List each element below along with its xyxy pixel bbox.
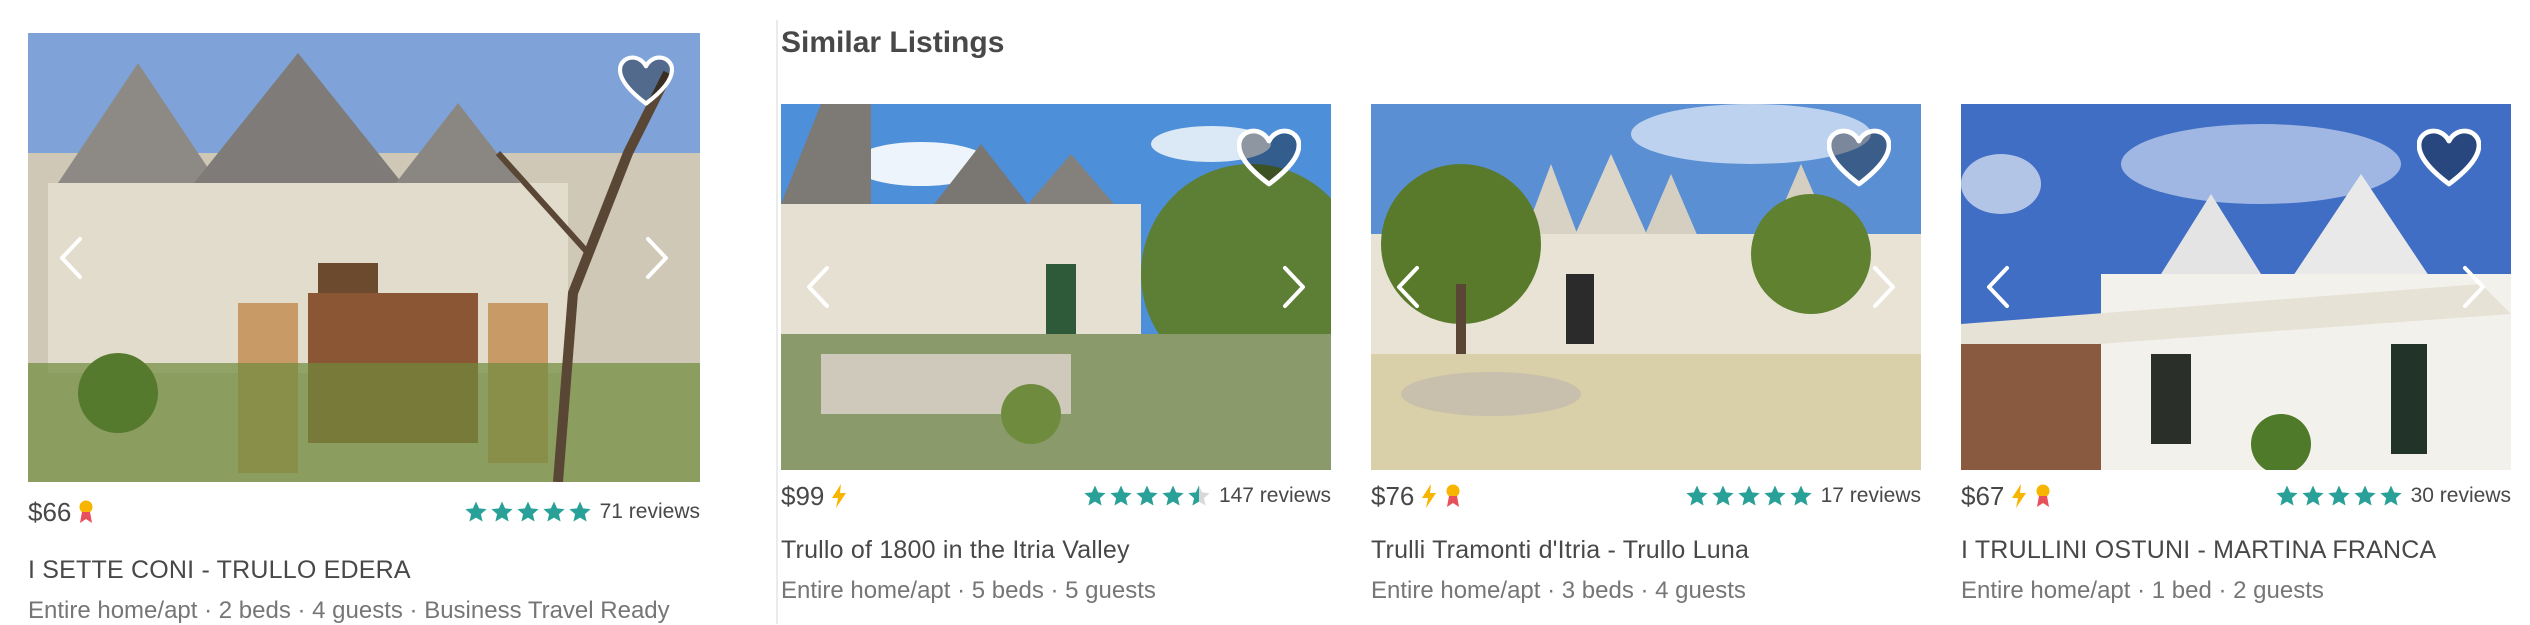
star-icon: [2353, 484, 2377, 508]
star-rating: 71 reviews: [464, 500, 700, 524]
bolt-icon: [2010, 483, 2028, 509]
award-icon: [1444, 483, 1462, 509]
star-rating: 147 reviews: [1083, 484, 1331, 508]
listing-name[interactable]: I TRULLINI OSTUNI - MARTINA FRANCA: [1961, 536, 2511, 565]
review-count: 71 reviews: [599, 500, 700, 523]
star-icon: [1711, 484, 1735, 508]
star-icon: [2379, 484, 2403, 508]
listing-photo[interactable]: [28, 33, 700, 482]
price-rating-row: $67 30 reviews: [1961, 474, 2511, 518]
next-photo-chevron-right-icon[interactable]: [642, 235, 672, 281]
next-photo-chevron-right-icon[interactable]: [2459, 264, 2489, 310]
previous-photo-chevron-left-icon[interactable]: [56, 235, 86, 281]
star-icon: [1685, 484, 1709, 508]
price-rating-row: $66 71 reviews: [28, 490, 700, 534]
price-group: $99: [781, 481, 848, 512]
star-icon: [490, 500, 514, 524]
main-listing-card[interactable]: $66 71 reviews I SETTE CONI - TRULLO EDE…: [28, 33, 700, 625]
price-group: $76: [1371, 481, 1462, 512]
price-group: $67: [1961, 481, 2052, 512]
star-icon: [1737, 484, 1761, 508]
listing-details: Entire home/apt · 5 beds · 5 guests: [781, 577, 1156, 604]
save-heart-icon[interactable]: [1237, 128, 1301, 188]
section-divider: [776, 20, 778, 624]
save-heart-icon[interactable]: [618, 55, 674, 107]
trullo-photo: [28, 33, 700, 482]
star-icon: [1789, 484, 1813, 508]
award-icon: [77, 499, 95, 525]
price: $99: [781, 480, 825, 511]
similar-listings-heading: Similar Listings: [781, 26, 1005, 59]
star-icon: [464, 500, 488, 524]
listing-details: Entire home/apt · 1 bed · 2 guests: [1961, 577, 2324, 604]
price-group: $66: [28, 497, 95, 528]
review-count: 30 reviews: [2410, 484, 2511, 507]
listing-photo[interactable]: [1371, 104, 1921, 470]
previous-photo-chevron-left-icon[interactable]: [1983, 264, 2013, 310]
star-icon: [542, 500, 566, 524]
star-icon: [2275, 484, 2299, 508]
star-rating: 30 reviews: [2275, 484, 2511, 508]
star-icon: [516, 500, 540, 524]
previous-photo-chevron-left-icon[interactable]: [1393, 264, 1423, 310]
price: $67: [1961, 480, 2005, 511]
similar-listing-card[interactable]: $76 17 reviews Trulli Tramonti d'Itria -…: [1371, 104, 1921, 605]
review-count: 147 reviews: [1218, 484, 1331, 507]
listing-details: Entire home/apt · 2 beds · 4 guests · Bu…: [28, 597, 670, 624]
star-icon: [1109, 484, 1133, 508]
star-icon: [568, 500, 592, 524]
star-icon: [2301, 484, 2325, 508]
star-icon: [1135, 484, 1159, 508]
listing-name[interactable]: Trulli Tramonti d'Itria - Trullo Luna: [1371, 536, 1921, 565]
star-icon: [1161, 484, 1185, 508]
price: $66: [28, 496, 72, 527]
price-rating-row: $99 147 reviews: [781, 474, 1331, 518]
listing-photo[interactable]: [1961, 104, 2511, 470]
similar-listing-card[interactable]: $67 30 reviews I TRULLINI OSTUNI - MARTI…: [1961, 104, 2511, 605]
listing-details: Entire home/apt · 3 beds · 4 guests: [1371, 577, 1746, 604]
star-icon: [1763, 484, 1787, 508]
save-heart-icon[interactable]: [2417, 128, 2481, 188]
star-icon: [1083, 484, 1107, 508]
listing-photo[interactable]: [781, 104, 1331, 470]
review-count: 17 reviews: [1820, 484, 1921, 507]
listing-name[interactable]: I SETTE CONI - TRULLO EDERA: [28, 556, 700, 585]
next-photo-chevron-right-icon[interactable]: [1869, 264, 1899, 310]
bolt-icon: [830, 483, 848, 509]
previous-photo-chevron-left-icon[interactable]: [803, 264, 833, 310]
price-rating-row: $76 17 reviews: [1371, 474, 1921, 518]
half-star-icon: [1187, 484, 1211, 508]
bolt-icon: [1420, 483, 1438, 509]
listing-name[interactable]: Trullo of 1800 in the Itria Valley: [781, 536, 1331, 565]
star-icon: [2327, 484, 2351, 508]
similar-listing-card[interactable]: $99 147 reviews Trullo of 1800 in the It…: [781, 104, 1331, 605]
next-photo-chevron-right-icon[interactable]: [1279, 264, 1309, 310]
star-rating: 17 reviews: [1685, 484, 1921, 508]
save-heart-icon[interactable]: [1827, 128, 1891, 188]
award-icon: [2034, 483, 2052, 509]
price: $76: [1371, 480, 1415, 511]
